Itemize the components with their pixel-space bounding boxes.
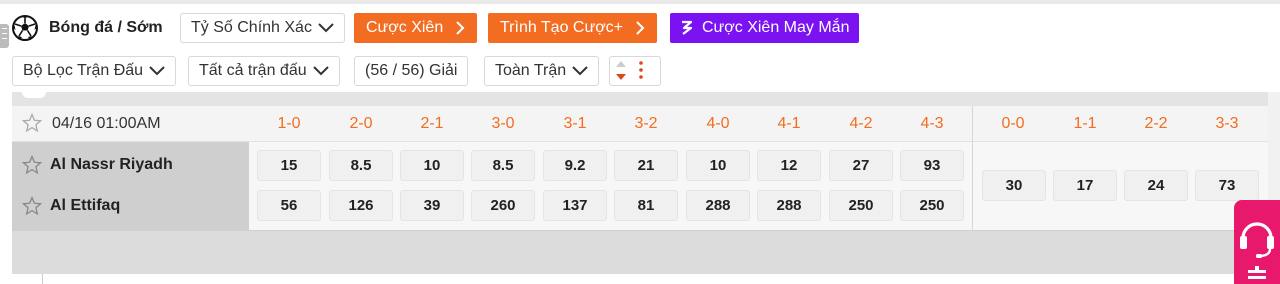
sort-icon xyxy=(616,61,643,80)
match-header-row: 04/16 01:00AM 1-0 2-0 2-1 3-0 3-1 3-2 4-… xyxy=(12,106,1268,142)
odds-cell[interactable]: 250 xyxy=(829,190,893,221)
odds-cell[interactable]: 81 xyxy=(614,190,678,221)
score-header: 3-2 xyxy=(634,115,658,132)
favorite-star-icon[interactable] xyxy=(22,113,42,133)
odds-cell[interactable]: 260 xyxy=(471,190,535,221)
odds-cell[interactable]: 10 xyxy=(400,150,464,181)
odds-cell[interactable]: 27 xyxy=(829,150,893,181)
score-header: 1-0 xyxy=(277,115,301,132)
score-header: 4-3 xyxy=(920,115,944,132)
all-matches-dropdown[interactable]: Tất cả trận đấu xyxy=(188,56,340,86)
odds-cell[interactable]: 126 xyxy=(329,190,393,221)
draw-score-header: 1-1 xyxy=(1073,115,1097,132)
parlay-button[interactable]: Cược Xiên xyxy=(354,13,478,43)
top-border xyxy=(0,0,1280,4)
teams-cell: Al Nassr Riyadh Al Ettifaq xyxy=(12,142,249,230)
odds-cell[interactable]: 21 xyxy=(614,150,678,181)
soccer-ball-icon xyxy=(12,15,38,41)
chevron-down-icon xyxy=(318,23,334,33)
odds-cell[interactable]: 8.5 xyxy=(329,150,393,181)
away-team-name: Al Ettifaq xyxy=(50,197,121,214)
odds-cell[interactable]: 288 xyxy=(686,190,750,221)
draw-score-header: 2-2 xyxy=(1144,115,1168,132)
parlay-label: Cược Xiên xyxy=(366,19,444,36)
odds-cell[interactable]: 250 xyxy=(900,190,964,221)
draw-odds-cell[interactable]: 24 xyxy=(1124,170,1188,201)
more-markets-bar xyxy=(12,230,1268,274)
score-header: 4-2 xyxy=(849,115,873,132)
column-divider xyxy=(972,106,973,230)
sport-header: Bóng đá / Sớm xyxy=(12,13,163,43)
lucky-parlay-icon xyxy=(682,20,693,35)
odds-table: 04/16 01:00AM 1-0 2-0 2-1 3-0 3-1 3-2 4-… xyxy=(12,92,1268,284)
score-header: 2-1 xyxy=(420,115,444,132)
side-panel-toggle[interactable] xyxy=(0,24,9,48)
headset-icon xyxy=(1240,222,1274,279)
lucky-parlay-label: Cược Xiên May Mắn xyxy=(702,19,850,36)
all-matches-label: Tất cả trận đấu xyxy=(199,62,307,79)
match-row: Al Nassr Riyadh Al Ettifaq 15 8.5 10 8.5… xyxy=(12,142,1268,230)
favorite-star-icon[interactable] xyxy=(22,155,42,175)
away-team: Al Ettifaq xyxy=(22,196,120,216)
next-row-stub xyxy=(12,274,1268,284)
score-header: 2-0 xyxy=(349,115,373,132)
odds-cell[interactable]: 12 xyxy=(757,150,821,181)
chevron-right-icon xyxy=(636,21,645,35)
score-header: 4-1 xyxy=(777,115,801,132)
odds-cell[interactable]: 288 xyxy=(757,190,821,221)
odds-cell[interactable]: 56 xyxy=(257,190,321,221)
table-top-strip xyxy=(12,92,1268,106)
draw-odds-cell[interactable]: 73 xyxy=(1195,170,1259,201)
chevron-down-icon xyxy=(149,66,165,76)
score-header: 3-1 xyxy=(563,115,587,132)
sport-title: Bóng đá / Sớm xyxy=(49,19,163,36)
odds-cell[interactable]: 10 xyxy=(686,150,750,181)
market-dropdown[interactable]: Tỷ Số Chính Xác xyxy=(180,13,345,43)
period-dropdown[interactable]: Toàn Trận xyxy=(484,56,600,86)
chevron-down-icon xyxy=(312,66,329,76)
home-team-name: Al Nassr Riyadh xyxy=(50,156,173,173)
odds-cell[interactable]: 8.5 xyxy=(471,150,535,181)
customer-support-button[interactable] xyxy=(1234,200,1280,284)
sort-button[interactable] xyxy=(609,56,661,86)
odds-cell[interactable]: 137 xyxy=(543,190,607,221)
score-header: 3-0 xyxy=(491,115,515,132)
bet-builder-button[interactable]: Trình Tạo Cược+ xyxy=(488,13,658,43)
draw-score-header: 3-3 xyxy=(1215,115,1239,132)
market-dropdown-label: Tỷ Số Chính Xác xyxy=(191,19,312,36)
chevron-down-icon xyxy=(572,66,588,76)
league-selector[interactable]: (56 / 56) Giải xyxy=(354,56,469,86)
league-count: (56 / 56) Giải xyxy=(365,62,458,79)
odds-cell[interactable]: 15 xyxy=(257,150,321,181)
chevron-right-icon xyxy=(456,21,465,35)
home-team: Al Nassr Riyadh xyxy=(22,155,173,175)
odds-cell[interactable]: 93 xyxy=(900,150,964,181)
score-header: 4-0 xyxy=(706,115,730,132)
draw-odds-cell[interactable]: 17 xyxy=(1053,170,1117,201)
odds-cell[interactable]: 39 xyxy=(400,190,464,221)
odds-cell[interactable]: 9.2 xyxy=(543,150,607,181)
bet-builder-label: Trình Tạo Cược+ xyxy=(500,19,624,36)
match-time: 04/16 01:00AM xyxy=(52,115,161,132)
draw-score-header: 0-0 xyxy=(1001,115,1025,132)
period-label: Toàn Trận xyxy=(495,62,567,79)
match-filter-label: Bộ Lọc Trận Đấu xyxy=(23,62,144,79)
lucky-parlay-button[interactable]: Cược Xiên May Mắn xyxy=(670,13,860,43)
draw-odds-cell[interactable]: 30 xyxy=(982,170,1046,201)
favorite-star-icon[interactable] xyxy=(22,196,42,216)
match-filter-dropdown[interactable]: Bộ Lọc Trận Đấu xyxy=(12,56,177,86)
